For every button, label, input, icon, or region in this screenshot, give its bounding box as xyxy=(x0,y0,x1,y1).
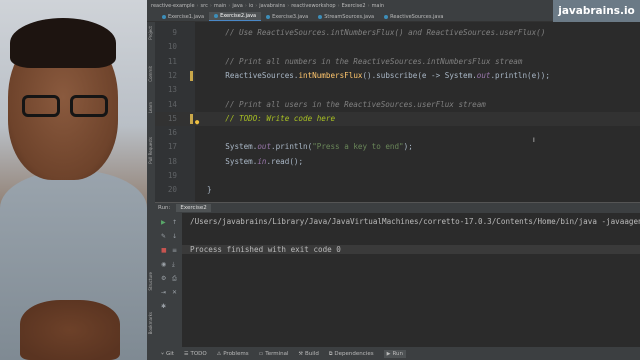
tab-streamsources[interactable]: StreamSources.java xyxy=(313,13,379,21)
tab-label: Exercise1.java xyxy=(168,14,205,20)
commit-tool-button[interactable]: Commit xyxy=(148,66,153,82)
camera-icon[interactable]: ◉ xyxy=(161,261,166,268)
terminal-icon: ▭ xyxy=(258,350,264,357)
problems-tool-button[interactable]: ⚠ Problems xyxy=(217,351,249,357)
play-icon: ▶ xyxy=(386,350,391,357)
tab-label: ReactiveSources.java xyxy=(390,14,444,20)
code-line-current[interactable]: 15 ● // TODO: Write code here xyxy=(155,111,640,127)
java-file-icon xyxy=(318,15,323,19)
presenter-webcam xyxy=(0,0,147,360)
rerun-icon[interactable]: ▶ xyxy=(161,219,166,226)
print-icon[interactable]: ⎙ xyxy=(172,275,177,283)
project-tool-button[interactable]: Project xyxy=(148,26,153,40)
tab-label: Exercise3.java xyxy=(272,14,309,20)
arrow-up-icon[interactable]: ↑ xyxy=(172,219,177,226)
pull-requests-tool-button[interactable]: Pull Requests xyxy=(148,137,153,164)
code-line[interactable]: 10 xyxy=(155,40,640,54)
code-line[interactable]: 19 xyxy=(155,169,640,183)
change-marker xyxy=(190,70,193,81)
code-line[interactable]: 14 // Print all users in the ReactiveSou… xyxy=(155,98,640,112)
mouse-cursor: I xyxy=(533,137,535,144)
bottom-tool-bar: ⑂ Git ☰ TODO ⚠ Problems ▭ Terminal ⚒ Build ⧉ D… xyxy=(147,347,640,360)
java-file-icon xyxy=(384,15,389,19)
build-tool-button[interactable]: ⚒ Build xyxy=(299,351,319,357)
code-line[interactable]: 9 // Use ReactiveSources.intNumbersFlux(… xyxy=(155,26,640,40)
run-panel-header: Run: Exercise2 xyxy=(155,202,640,213)
code-line[interactable]: 18 System.in.read(); xyxy=(155,155,640,169)
tab-reactivesources[interactable]: ReactiveSources.java xyxy=(379,13,448,21)
pin-icon[interactable]: ✱ xyxy=(161,303,166,310)
java-file-icon xyxy=(266,15,271,19)
breadcrumb-item[interactable]: main xyxy=(372,3,385,9)
tab-exercise2[interactable]: Exercise2.java xyxy=(209,12,262,21)
exit-icon[interactable]: ⇥ xyxy=(161,289,166,296)
trash-icon[interactable]: ✕ xyxy=(172,289,177,296)
presenter-glasses xyxy=(22,95,112,119)
console-line: Process finished with exit code 0 xyxy=(182,245,640,254)
git-icon: ⑂ xyxy=(161,350,165,357)
presenter-hair xyxy=(10,18,116,68)
console-output[interactable]: /Users/javabrains/Library/Java/JavaVirtu… xyxy=(182,213,640,347)
arrow-down-icon[interactable]: ↓ xyxy=(172,233,177,240)
java-file-icon xyxy=(214,14,219,18)
tab-exercise1[interactable]: Exercise1.java xyxy=(157,13,209,21)
dependencies-tool-button[interactable]: ⧉ Dependencies xyxy=(329,351,374,357)
breadcrumb-item[interactable]: java xyxy=(232,3,242,9)
breadcrumb-item[interactable]: main xyxy=(214,3,227,9)
breadcrumb-item[interactable]: io xyxy=(249,3,253,9)
wrench-icon[interactable]: ✎ xyxy=(161,233,166,240)
code-line[interactable]: 17 System.out.println("Press a key to en… xyxy=(155,140,640,154)
tab-exercise3[interactable]: Exercise3.java xyxy=(261,13,313,21)
java-file-icon xyxy=(162,15,166,19)
run-config-tab[interactable]: Exercise2 xyxy=(176,204,211,212)
code-line[interactable]: 16 xyxy=(155,126,640,140)
breadcrumb-item[interactable]: Exercise2 xyxy=(342,3,366,9)
learn-tool-button[interactable]: Learn xyxy=(148,102,153,113)
watermark-logo: javabrains.io xyxy=(553,0,640,22)
dependencies-icon: ⧉ xyxy=(328,350,333,357)
presenter-hands xyxy=(20,300,120,360)
code-line[interactable]: 11 // Print all numbers in the ReactiveS… xyxy=(155,55,640,69)
ide-window: reactive-example › src › main › java › io › j… xyxy=(147,0,640,360)
code-line[interactable]: 20} xyxy=(155,183,640,197)
left-tool-strip: Project Commit Learn Pull Requests Struc… xyxy=(147,22,155,360)
breadcrumb-item[interactable]: reactiveworkshop xyxy=(291,3,335,9)
scroll-to-end-icon[interactable]: ⤓ xyxy=(172,261,175,269)
tab-label: StreamSources.java xyxy=(324,14,375,20)
settings-icon[interactable]: ⚙ xyxy=(161,275,166,282)
terminal-tool-button[interactable]: ▭ Terminal xyxy=(259,351,289,357)
bookmarks-tool-button[interactable]: Bookmarks xyxy=(148,312,153,334)
breadcrumb-item[interactable]: javabrains xyxy=(259,3,285,9)
console-line: /Users/javabrains/Library/Java/JavaVirtu… xyxy=(190,217,640,226)
stop-icon[interactable]: ■ xyxy=(161,247,167,254)
run-tool-button[interactable]: ▶ Run xyxy=(383,349,406,358)
soft-wrap-icon[interactable]: ≡ xyxy=(172,247,177,254)
code-editor[interactable]: 9 // Use ReactiveSources.intNumbersFlux(… xyxy=(155,22,640,202)
list-icon: ☰ xyxy=(183,350,189,357)
todo-tool-button[interactable]: ☰ TODO xyxy=(184,351,207,357)
change-marker xyxy=(190,113,193,124)
structure-tool-button[interactable]: Structure xyxy=(148,272,153,291)
console-toolbar: ↑ ↓ ≡ ⤓ ⎙ ✕ xyxy=(169,213,182,347)
code-line[interactable]: 12 ReactiveSources.intNumbersFlux().subs… xyxy=(155,69,640,83)
tab-label: Exercise2.java xyxy=(220,13,257,19)
code-line[interactable]: 13 xyxy=(155,83,640,97)
hammer-icon: ⚒ xyxy=(298,350,304,357)
run-panel-title: Run: xyxy=(158,205,171,211)
warning-icon: ⚠ xyxy=(216,350,222,357)
breadcrumb-item[interactable]: src xyxy=(201,3,208,9)
breadcrumb-item[interactable]: reactive-example xyxy=(151,3,195,9)
git-tool-button[interactable]: ⑂ Git xyxy=(161,351,174,357)
